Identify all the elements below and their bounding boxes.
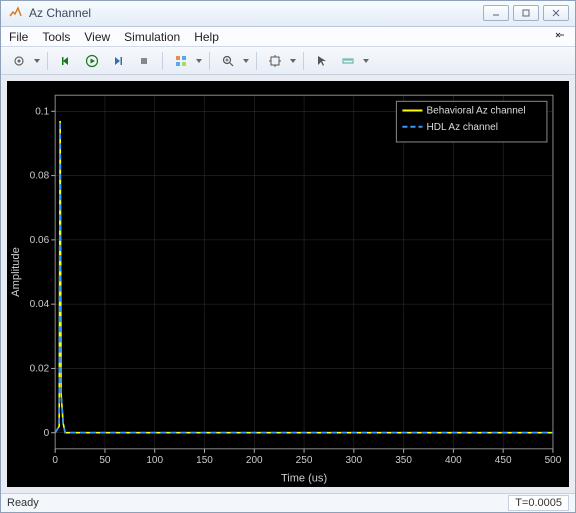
highlight-dropdown-icon[interactable] <box>195 59 203 63</box>
svg-text:350: 350 <box>395 455 412 466</box>
svg-text:150: 150 <box>196 455 213 466</box>
svg-text:300: 300 <box>345 455 362 466</box>
svg-text:0: 0 <box>44 428 50 439</box>
highlight-button[interactable] <box>169 50 193 72</box>
svg-text:Behavioral Az channel: Behavioral Az channel <box>426 106 525 117</box>
window-title: Az Channel <box>29 6 483 20</box>
svg-text:400: 400 <box>445 455 462 466</box>
svg-text:500: 500 <box>545 455 562 466</box>
svg-text:HDL Az channel: HDL Az channel <box>426 122 497 133</box>
status-time: T=0.0005 <box>508 495 569 511</box>
menu-view[interactable]: View <box>84 30 110 44</box>
chart-container: 0 50 100 150 200 250 300 350 400 450 500 0 0.02 0.04 0… <box>1 75 575 493</box>
svg-text:0.02: 0.02 <box>30 363 50 374</box>
svg-text:450: 450 <box>495 455 512 466</box>
svg-text:Time (us): Time (us) <box>281 472 327 484</box>
svg-text:50: 50 <box>99 455 111 466</box>
cursor-button[interactable] <box>310 50 334 72</box>
matlab-icon <box>7 5 23 21</box>
close-button[interactable] <box>543 5 569 21</box>
status-ready: Ready <box>7 497 39 509</box>
chart-plot[interactable]: 0 50 100 150 200 250 300 350 400 450 500 0 0.02 0.04 0… <box>7 81 569 487</box>
svg-text:0: 0 <box>52 455 58 466</box>
measure-button[interactable] <box>336 50 360 72</box>
menu-tools[interactable]: Tools <box>42 30 70 44</box>
maximize-button[interactable] <box>513 5 539 21</box>
dock-icon[interactable] <box>553 30 567 44</box>
svg-text:250: 250 <box>296 455 313 466</box>
autoscale-button[interactable] <box>263 50 287 72</box>
minimize-button[interactable] <box>483 5 509 21</box>
svg-text:0.06: 0.06 <box>30 235 50 246</box>
step-back-button[interactable] <box>54 50 78 72</box>
svg-text:200: 200 <box>246 455 263 466</box>
title-bar: Az Channel <box>1 1 575 27</box>
svg-text:0.04: 0.04 <box>30 299 50 310</box>
zoom-button[interactable] <box>216 50 240 72</box>
menu-bar: File Tools View Simulation Help <box>1 27 575 47</box>
svg-text:0.1: 0.1 <box>35 106 49 117</box>
step-forward-button[interactable] <box>106 50 130 72</box>
run-button[interactable] <box>80 50 104 72</box>
stop-button[interactable] <box>132 50 156 72</box>
svg-text:0.08: 0.08 <box>30 171 50 182</box>
settings-button[interactable] <box>7 50 31 72</box>
zoom-dropdown-icon[interactable] <box>242 59 250 63</box>
autoscale-dropdown-icon[interactable] <box>289 59 297 63</box>
settings-dropdown-icon[interactable] <box>33 59 41 63</box>
menu-simulation[interactable]: Simulation <box>124 30 180 44</box>
toolbar <box>1 47 575 75</box>
menu-help[interactable]: Help <box>194 30 219 44</box>
svg-text:Amplitude: Amplitude <box>10 247 22 297</box>
status-bar: Ready T=0.0005 <box>1 493 575 512</box>
measure-dropdown-icon[interactable] <box>362 59 370 63</box>
svg-text:100: 100 <box>146 455 163 466</box>
menu-file[interactable]: File <box>9 30 28 44</box>
